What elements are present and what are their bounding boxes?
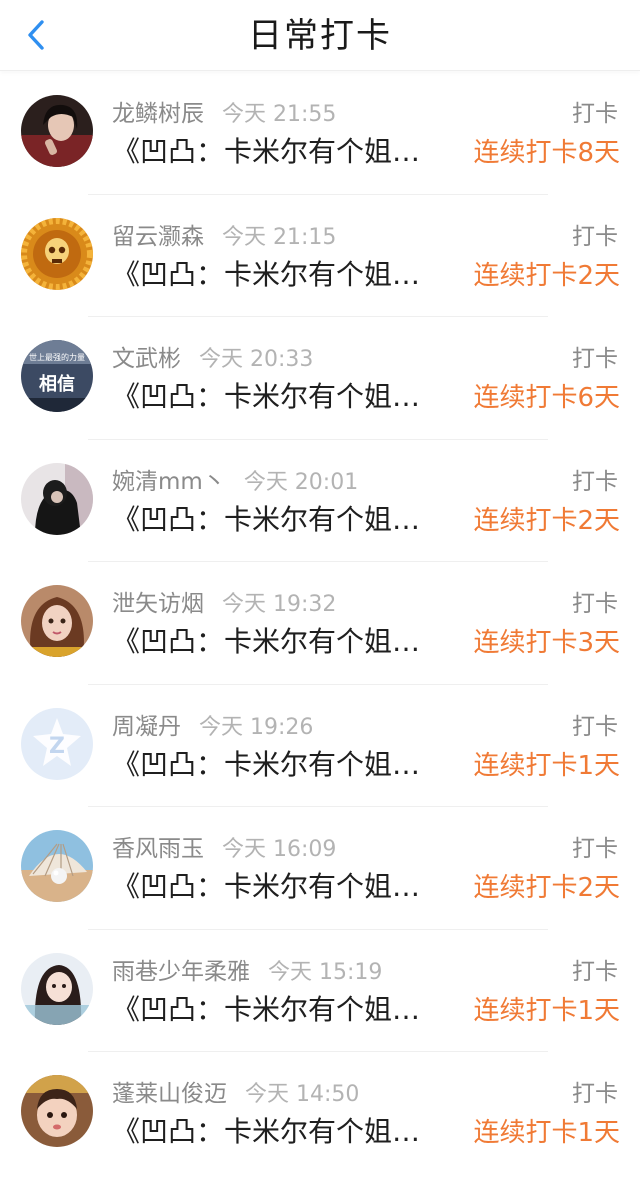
svg-text:Z: Z bbox=[49, 734, 65, 759]
avatar[interactable] bbox=[21, 830, 93, 902]
checkin-tag: 打卡 bbox=[572, 836, 618, 862]
username[interactable]: 婉清mm丶 bbox=[112, 462, 226, 496]
streak-label: 连续打卡1天 bbox=[473, 750, 620, 781]
streak-label: 连续打卡2天 bbox=[473, 873, 620, 903]
list-item[interactable]: Z 周凝丹 今天 19:26 打卡 《凹凸：卡米尔有个姐… 连续打卡1天 bbox=[0, 685, 640, 807]
username[interactable]: 周凝丹 bbox=[112, 707, 181, 741]
avatar[interactable] bbox=[21, 1075, 93, 1147]
page-title: 日常打卡 bbox=[248, 16, 392, 56]
username[interactable]: 蓬莱山俊迈 bbox=[112, 1074, 227, 1108]
checkin-tag: 打卡 bbox=[572, 713, 618, 740]
timestamp: 今天 20:33 bbox=[199, 347, 314, 372]
checkin-list: 龙鳞树辰 今天 21:55 打卡 《凹凸：卡米尔有个姐… 连续打卡8天 留云灏森… bbox=[0, 72, 640, 1175]
book-title: 《凹凸：卡米尔有个姐… bbox=[112, 135, 421, 168]
username[interactable]: 雨巷少年柔雅 bbox=[112, 952, 250, 986]
book-title: 《凹凸：卡米尔有个姐… bbox=[112, 625, 421, 658]
book-title: 《凹凸：卡米尔有个姐… bbox=[112, 257, 421, 291]
username[interactable]: 龙鳞树辰 bbox=[112, 94, 204, 128]
username[interactable]: 留云灏森 bbox=[112, 217, 204, 251]
username[interactable]: 香风雨玉 bbox=[112, 829, 204, 863]
streak-label: 连续打卡6天 bbox=[473, 383, 620, 413]
timestamp: 今天 21:15 bbox=[222, 224, 337, 250]
list-item[interactable]: 泄矢访烟 今天 19:32 打卡 《凹凸：卡米尔有个姐… 连续打卡3天 bbox=[0, 562, 640, 685]
list-item[interactable]: 婉清mm丶 今天 20:01 打卡 《凹凸：卡米尔有个姐… 连续打卡2天 bbox=[0, 440, 640, 562]
avatar[interactable] bbox=[21, 95, 93, 167]
avatar[interactable] bbox=[21, 952, 93, 1025]
streak-label: 连续打卡1天 bbox=[473, 995, 620, 1026]
avatar[interactable]: Z bbox=[21, 707, 93, 780]
streak-label: 连续打卡1天 bbox=[473, 1118, 620, 1148]
timestamp: 今天 20:01 bbox=[243, 469, 359, 495]
list-item[interactable]: 留云灏森 今天 21:15 打卡 《凹凸：卡米尔有个姐… 连续打卡2天 bbox=[0, 195, 640, 317]
avatar-text: 相信 bbox=[39, 373, 75, 395]
avatar[interactable] bbox=[21, 585, 93, 657]
book-title: 《凹凸：卡米尔有个姐… bbox=[112, 380, 421, 413]
timestamp: 今天 14:50 bbox=[245, 1082, 360, 1107]
checkin-tag: 打卡 bbox=[572, 958, 618, 985]
list-item[interactable]: 蓬莱山俊迈 今天 14:50 打卡 《凹凸：卡米尔有个姐… 连续打卡1天 bbox=[0, 1052, 640, 1175]
checkin-tag: 打卡 bbox=[572, 468, 618, 495]
book-title: 《凹凸：卡米尔有个姐… bbox=[112, 502, 421, 536]
streak-label: 连续打卡2天 bbox=[473, 260, 620, 291]
streak-label: 连续打卡8天 bbox=[473, 138, 620, 168]
list-item[interactable]: 香风雨玉 今天 16:09 打卡 《凹凸：卡米尔有个姐… 连续打卡2天 bbox=[0, 807, 640, 930]
list-item[interactable]: 雨巷少年柔雅 今天 15:19 打卡 《凹凸：卡米尔有个姐… 连续打卡1天 bbox=[0, 930, 640, 1052]
book-title: 《凹凸：卡米尔有个姐… bbox=[112, 747, 421, 781]
timestamp: 今天 19:32 bbox=[222, 592, 337, 617]
streak-label: 连续打卡2天 bbox=[473, 505, 620, 536]
timestamp: 今天 19:26 bbox=[199, 714, 314, 740]
checkin-tag: 打卡 bbox=[572, 1081, 618, 1107]
checkin-tag: 打卡 bbox=[572, 591, 618, 617]
avatar[interactable]: 世上最强的力量 相信 bbox=[21, 340, 93, 412]
avatar-subtext: 世上最强的力量 bbox=[29, 352, 85, 362]
list-item[interactable]: 龙鳞树辰 今天 21:55 打卡 《凹凸：卡米尔有个姐… 连续打卡8天 bbox=[0, 72, 640, 195]
checkin-tag: 打卡 bbox=[572, 223, 618, 250]
username[interactable]: 文武彬 bbox=[112, 339, 181, 373]
book-title: 《凹凸：卡米尔有个姐… bbox=[112, 992, 421, 1026]
timestamp: 今天 21:55 bbox=[222, 102, 337, 127]
checkin-tag: 打卡 bbox=[572, 101, 618, 127]
timestamp: 今天 15:19 bbox=[268, 959, 383, 985]
streak-label: 连续打卡3天 bbox=[473, 628, 620, 658]
timestamp: 今天 16:09 bbox=[222, 837, 337, 862]
avatar[interactable] bbox=[21, 462, 93, 535]
book-title: 《凹凸：卡米尔有个姐… bbox=[112, 1115, 421, 1148]
checkin-tag: 打卡 bbox=[572, 346, 618, 372]
list-item[interactable]: 世上最强的力量 相信 文武彬 今天 20:33 打卡 《凹凸：卡米尔有个姐… 连… bbox=[0, 317, 640, 440]
book-title: 《凹凸：卡米尔有个姐… bbox=[112, 870, 421, 903]
avatar[interactable] bbox=[21, 217, 93, 290]
username[interactable]: 泄矢访烟 bbox=[112, 584, 204, 618]
top-navigation-bar: 日常打卡 bbox=[0, 0, 640, 71]
